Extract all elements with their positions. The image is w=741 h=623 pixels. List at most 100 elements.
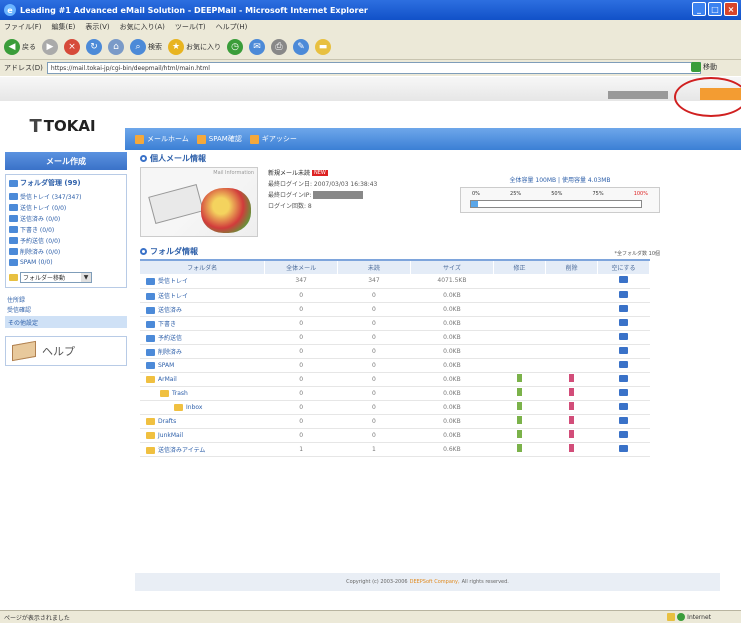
empty-folder-icon[interactable] — [618, 444, 628, 452]
folder-name-cell[interactable]: Inbox — [140, 400, 265, 415]
folder-name-cell[interactable]: 送信済み — [140, 302, 265, 317]
menu-help[interactable]: ヘルプ(H) — [216, 22, 248, 32]
favorites-button[interactable]: ★ お気に入り — [168, 38, 221, 55]
sidebar-link-label: 受信確認 — [7, 306, 32, 314]
close-button[interactable]: × — [724, 2, 738, 16]
go-button[interactable]: 移動 — [691, 62, 717, 72]
folder-name-cell[interactable]: Trash — [140, 386, 265, 401]
sidebar-folder-inbox[interactable]: 受信トレイ (347/347) — [9, 191, 123, 202]
trash-icon[interactable] — [568, 374, 574, 382]
mail-button[interactable]: ✉ — [249, 38, 265, 55]
folder-name-cell[interactable]: 予約送信 — [140, 330, 265, 345]
new-mail-row[interactable]: 新規メール未読 NEW — [268, 167, 448, 178]
edit-pencil-icon[interactable] — [516, 402, 522, 410]
search-button[interactable]: ⌕ 検索 — [130, 38, 162, 55]
edit-pencil-icon[interactable] — [516, 374, 522, 382]
sidebar-link-receipt[interactable]: 受信確認 — [7, 304, 130, 314]
empty-folder-icon[interactable] — [618, 388, 628, 396]
stop-icon: × — [64, 38, 80, 55]
folder-icon — [146, 431, 155, 439]
folder-name-cell[interactable]: SPAM — [140, 358, 265, 373]
folder-name-cell[interactable]: 送信済みアイテム — [140, 442, 265, 457]
empty-folder-icon[interactable] — [618, 430, 628, 438]
nav-spam[interactable]: SPAM確認 — [196, 134, 242, 144]
sidebar-folder-deleted[interactable]: 削除済み (0/0) — [9, 246, 123, 257]
folder-name: Inbox — [186, 403, 203, 411]
refresh-button[interactable]: ↻ — [86, 38, 102, 55]
menu-view[interactable]: 表示(V) — [85, 22, 109, 32]
home-button[interactable]: ⌂ — [108, 38, 124, 55]
empty-folder-icon[interactable] — [618, 360, 628, 368]
empty-folder-icon[interactable] — [618, 318, 628, 326]
stop-button[interactable]: × — [64, 38, 80, 55]
trash-icon[interactable] — [568, 430, 574, 438]
empty-folder-icon[interactable] — [618, 374, 628, 382]
trash-icon[interactable] — [568, 416, 574, 424]
sidebar-folder-sent[interactable]: 送信済み (0/0) — [9, 213, 123, 224]
address-input[interactable]: https://mail.tokai-jp/cgi-bin/deepmail/h… — [46, 62, 701, 74]
folder-move-select[interactable]: フォルダー移動 ▼ — [20, 272, 92, 283]
trash-icon[interactable] — [568, 444, 574, 452]
folder-delete-cell — [545, 414, 598, 429]
nav-mail-home[interactable]: メールホーム — [135, 134, 189, 144]
footer-org-link[interactable]: DEEPSoft Company, — [410, 579, 460, 585]
folder-edit-cell — [493, 358, 546, 373]
mail-icon: ✉ — [249, 38, 265, 55]
personal-info: Mail Information 新規メール未読 NEW 最終ログイン日: 200… — [140, 167, 660, 239]
folder-total: 0 — [264, 358, 338, 373]
sidebar-folder-spam[interactable]: SPAM (0/0) — [9, 257, 123, 268]
folder-name-cell[interactable]: JunkMail — [140, 428, 265, 443]
empty-folder-icon[interactable] — [618, 276, 628, 284]
maximize-button[interactable]: □ — [708, 2, 722, 16]
nav-option[interactable]: ギアッシー — [249, 134, 297, 144]
edit-pencil-icon[interactable] — [516, 430, 522, 438]
folder-unread: 1 — [337, 442, 411, 457]
sidebar-link-addressbook[interactable]: 住所録 — [7, 294, 130, 304]
print-button[interactable]: ⎙ — [271, 38, 287, 55]
table-row: 送信済みアイテム 1 1 0.6KB — [140, 442, 650, 457]
trash-icon[interactable] — [568, 402, 574, 410]
menu-favorites[interactable]: お気に入り(A) — [120, 22, 165, 32]
sidebar-folder-outbox[interactable]: 送信トレイ (0/0) — [9, 202, 123, 213]
empty-folder-icon[interactable] — [618, 332, 628, 340]
edit-pencil-icon[interactable] — [516, 444, 522, 452]
sidebar-folder-scheduled[interactable]: 予約送信 (0/0) — [9, 235, 123, 246]
folder-total: 0 — [264, 302, 338, 317]
folder-empty-cell — [597, 442, 650, 457]
forward-button[interactable]: ▶ — [42, 38, 58, 55]
sidebar-folder-drafts[interactable]: 下書き (0/0) — [9, 224, 123, 235]
history-button[interactable]: ◷ — [227, 38, 243, 55]
main-nav: メールホーム SPAM確認 ギアッシー — [125, 128, 741, 150]
empty-folder-icon[interactable] — [618, 402, 628, 410]
edit-button[interactable]: ✎ — [293, 38, 309, 55]
minimize-button[interactable]: _ — [692, 2, 706, 16]
empty-folder-icon[interactable] — [618, 346, 628, 354]
footer-copyright: Copyright (c) 2003-2006 — [346, 579, 408, 585]
folder-empty-cell — [597, 428, 650, 443]
empty-folder-icon[interactable] — [618, 416, 628, 424]
menu-file[interactable]: ファイル(F) — [4, 22, 42, 32]
edit-pencil-icon[interactable] — [516, 416, 522, 424]
folder-name-cell[interactable]: Drafts — [140, 414, 265, 429]
menu-edit[interactable]: 編集(E) — [52, 22, 76, 32]
folder-unread: 0 — [337, 316, 411, 331]
help-button[interactable]: ヘルプ — [5, 336, 127, 366]
empty-folder-icon[interactable] — [618, 290, 628, 298]
folder-name-cell[interactable]: 削除済み — [140, 344, 265, 359]
folder-manage-link[interactable]: フォルダ管理 (99) — [9, 178, 123, 188]
folder-name-cell[interactable]: ArMail — [140, 372, 265, 387]
folder-name-cell[interactable]: 受信トレイ — [140, 274, 265, 289]
folder-name: Drafts — [158, 417, 177, 425]
folder-unread: 0 — [337, 344, 411, 359]
back-button[interactable]: ◀ 戻る — [4, 38, 36, 55]
compose-button[interactable]: メール作成 — [5, 152, 127, 170]
edit-pencil-icon[interactable] — [516, 388, 522, 396]
menu-tools[interactable]: ツール(T) — [175, 22, 206, 32]
trash-icon[interactable] — [568, 388, 574, 396]
sidebar-settings[interactable]: その他設定 — [5, 316, 127, 328]
back-arrow-icon: ◀ — [4, 38, 20, 55]
folder-button[interactable]: ▬ — [315, 38, 331, 55]
empty-folder-icon[interactable] — [618, 304, 628, 312]
folder-name-cell[interactable]: 送信トレイ — [140, 288, 265, 303]
folder-name-cell[interactable]: 下書き — [140, 316, 265, 331]
